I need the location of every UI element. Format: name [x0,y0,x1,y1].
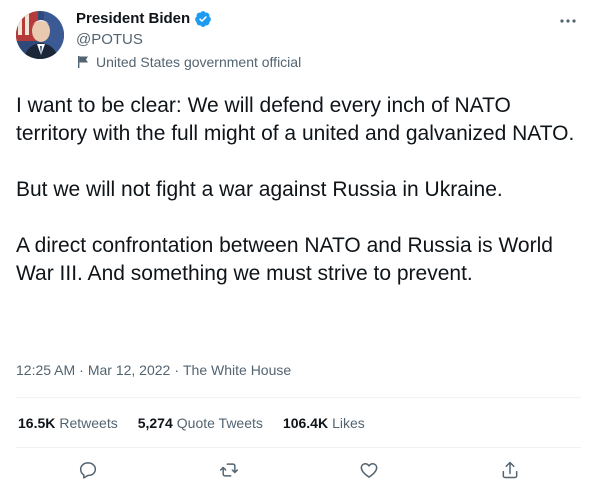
reply-icon[interactable] [76,458,100,482]
like-heart-icon[interactable] [357,458,381,482]
retweet-icon[interactable] [217,458,241,482]
retweets-count: 16.5K [18,415,56,431]
tweet-paragraph: I want to be clear: We will defend every… [16,94,575,145]
avatar[interactable] [16,11,64,59]
tweet-time[interactable]: 12:25 AM [16,361,75,379]
government-label[interactable]: United States government official [76,53,301,71]
tweet-source[interactable]: The White House [183,361,291,379]
government-flag-icon [76,55,90,69]
retweets-label: Retweets [59,415,118,431]
divider [16,447,581,448]
meta-separator: · [174,362,179,378]
user-handle[interactable]: @POTUS [76,30,143,50]
engagement-stats: 16.5K Retweets 5,274 Quote Tweets 106.4K… [18,414,385,432]
display-name[interactable]: President Biden [76,9,190,29]
more-options-icon[interactable] [555,8,581,34]
meta-separator: · [79,362,84,378]
action-bar [0,458,597,488]
quote-tweets-count: 5,274 [137,415,173,431]
quote-tweets-label: Quote Tweets [176,415,263,431]
likes-stat[interactable]: 106.4K Likes [283,414,365,432]
likes-label: Likes [332,415,365,431]
quote-tweets-stat[interactable]: 5,274 Quote Tweets [138,414,263,432]
tweet-meta: 12:25 AM · Mar 12, 2022 · The White Hous… [16,361,291,379]
government-label-text: United States government official [96,54,302,70]
name-row: President Biden [76,9,212,29]
retweets-stat[interactable]: 16.5K Retweets [18,414,118,432]
verified-badge-icon [194,10,212,28]
share-icon[interactable] [498,458,522,482]
tweet-date[interactable]: Mar 12, 2022 [88,361,171,379]
tweet-text: I want to be clear: We will defend every… [16,92,582,288]
tweet-paragraph: But we will not fight a war against Russ… [16,178,503,201]
likes-count: 106.4K [282,415,329,431]
tweet-paragraph: A direct confrontation between NATO and … [16,234,553,285]
divider [16,397,581,398]
tweet-card: President Biden @POTUS United States gov… [0,0,597,499]
